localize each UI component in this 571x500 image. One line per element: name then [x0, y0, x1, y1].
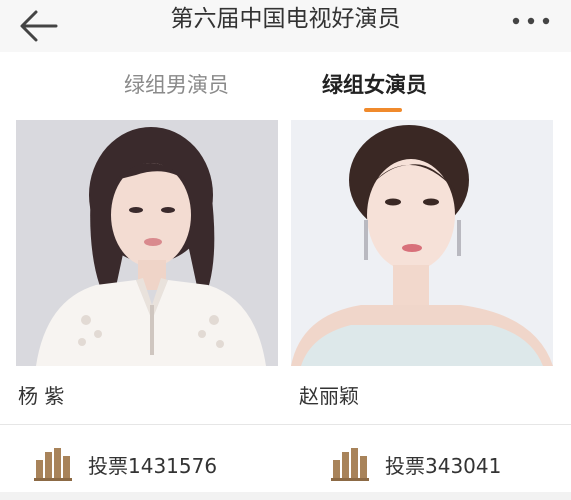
category-tabs: 绿组男演员 绿组女演员 [0, 52, 571, 118]
bar-chart-icon [34, 448, 72, 481]
active-tab-indicator [364, 108, 402, 112]
vote-button[interactable]: 投票1431576 [34, 444, 217, 484]
vote-button[interactable]: 投票343041 [331, 444, 501, 484]
top-bar: 第六届中国电视好演员 [0, 0, 571, 52]
vote-count-label: 投票1431576 [88, 453, 218, 478]
tab-green-female-actors[interactable]: 绿组女演员 [322, 70, 427, 100]
more-dots-icon[interactable] [511, 16, 551, 26]
tab-green-male-actors[interactable]: 绿组男演员 [124, 70, 229, 100]
candidate-name: 杨 紫 [18, 384, 65, 408]
candidate-photo [291, 120, 553, 366]
bar-chart-icon [331, 448, 369, 481]
bottom-spacer [0, 492, 571, 500]
vote-count-label: 投票343041 [385, 453, 502, 478]
candidate-card[interactable]: 赵丽颖 投票343041 [287, 118, 571, 500]
candidate-photo [16, 120, 278, 366]
divider [0, 424, 287, 425]
candidate-card[interactable]: 杨 紫 投票1431576 [0, 118, 287, 500]
candidate-name: 赵丽颖 [299, 384, 359, 408]
page-title: 第六届中国电视好演员 [170, 6, 401, 32]
divider [287, 424, 571, 425]
